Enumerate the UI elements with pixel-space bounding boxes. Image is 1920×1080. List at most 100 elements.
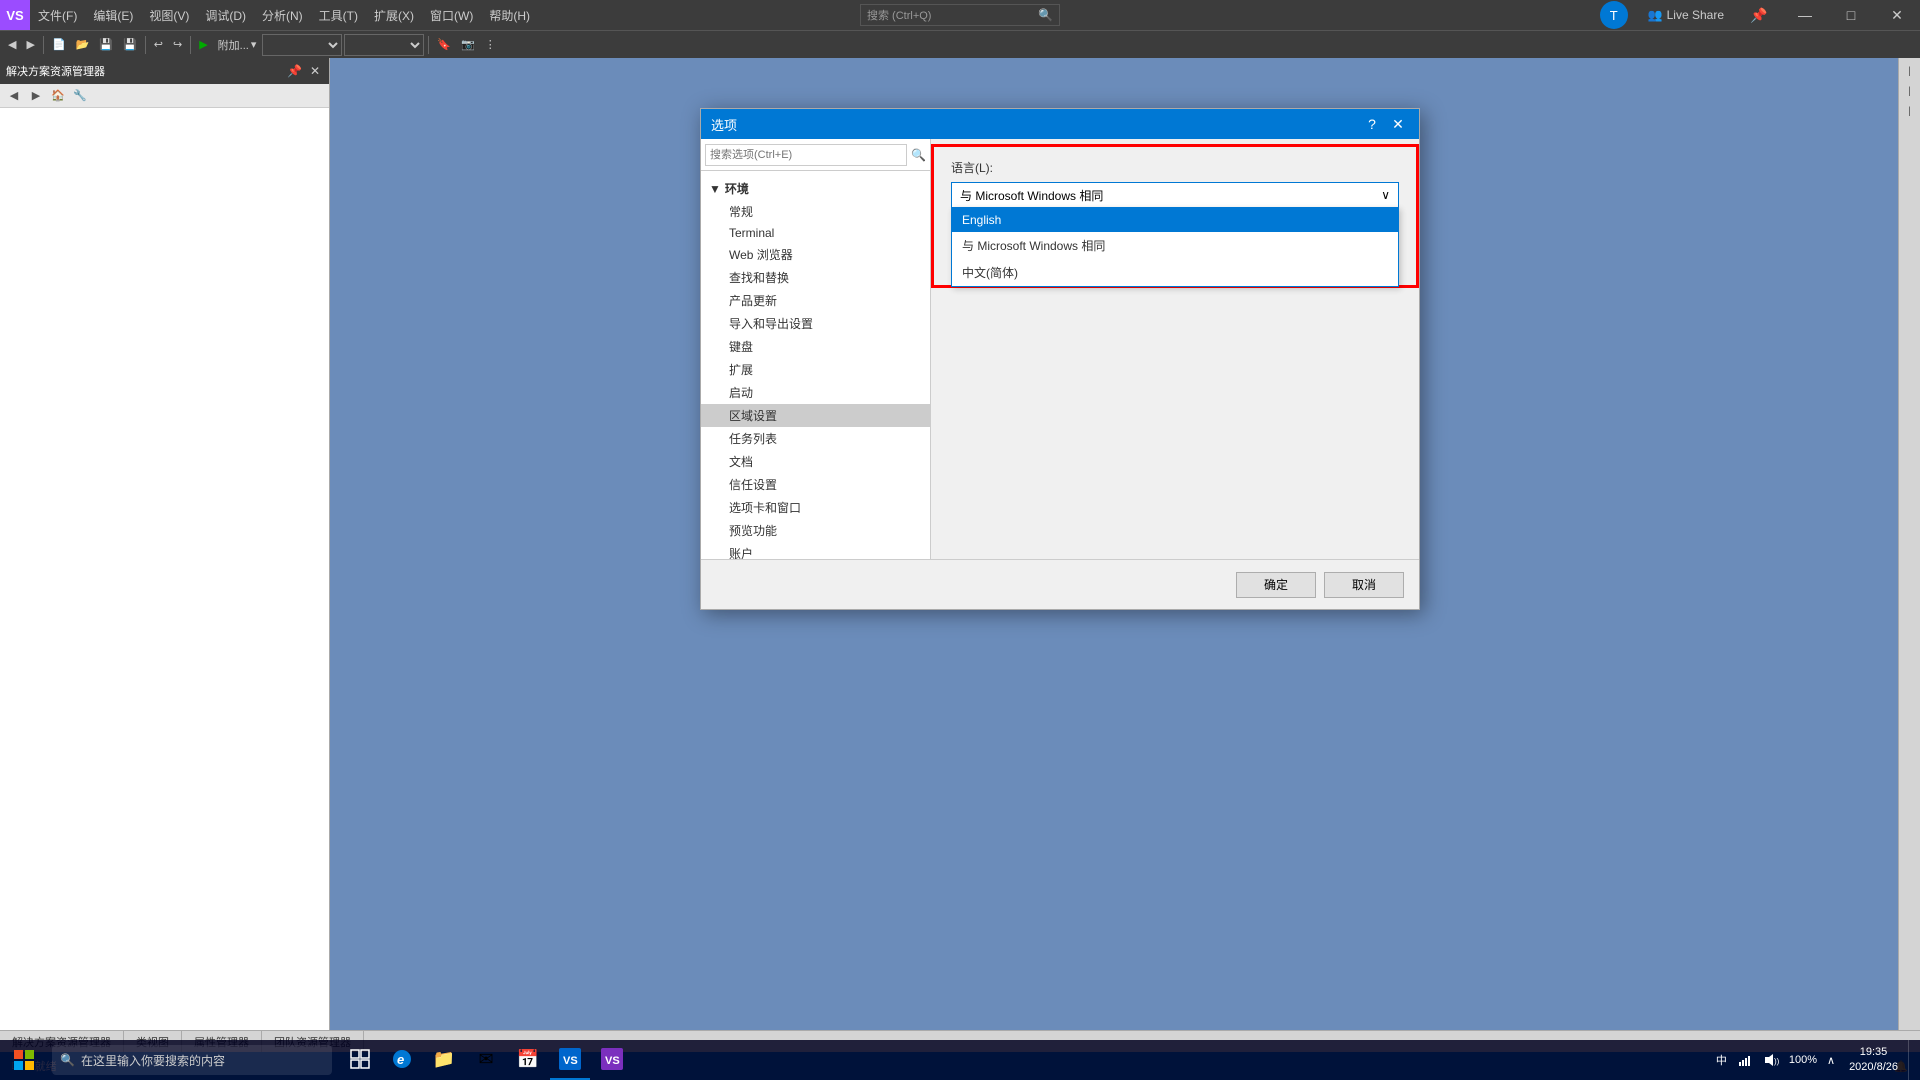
tree-item-15[interactable]: 账户 xyxy=(701,542,930,559)
extra-button[interactable]: ⋮ xyxy=(481,34,500,56)
rs-item-3[interactable]: | xyxy=(1901,102,1919,120)
screenshot-button[interactable]: 📷 xyxy=(457,34,479,56)
forward-button[interactable]: ▶ xyxy=(22,34,38,56)
title-search-bar: 搜索 (Ctrl+Q) 🔍 xyxy=(860,4,1060,26)
taskbar-network[interactable] xyxy=(1733,1040,1757,1080)
tree-item-10[interactable]: 任务列表 xyxy=(701,427,930,450)
attach-button[interactable]: 附加... ▾ xyxy=(214,34,261,56)
tree-item-1[interactable]: Terminal xyxy=(701,223,930,243)
menu-edit[interactable]: 编辑(E) xyxy=(85,0,141,30)
show-desktop-button[interactable] xyxy=(1908,1040,1916,1080)
ok-button[interactable]: 确定 xyxy=(1236,572,1316,598)
vs-purple-icon: VS xyxy=(601,1048,623,1070)
minimize-button[interactable]: — xyxy=(1782,0,1828,30)
clock[interactable]: 19:35 2020/8/26 xyxy=(1841,1045,1906,1076)
undo-button[interactable]: ↩ xyxy=(150,34,167,56)
task-view-icon xyxy=(350,1049,370,1069)
attach-label: 附加... xyxy=(218,37,249,53)
rs-item-2[interactable]: | xyxy=(1901,82,1919,100)
dialog-right-panel: 语言(L): 与 Microsoft Windows 相同 ∨ English … xyxy=(931,139,1419,559)
menu-view[interactable]: 视图(V) xyxy=(141,0,197,30)
user-avatar[interactable]: T xyxy=(1600,1,1628,29)
taskbar-explorer[interactable]: 📁 xyxy=(424,1040,464,1080)
menu-analyze[interactable]: 分析(N) xyxy=(254,0,311,30)
tree-item-7[interactable]: 扩展 xyxy=(701,358,930,381)
dialog-close-button[interactable]: ✕ xyxy=(1387,113,1409,135)
tree-item-0[interactable]: 常规 xyxy=(701,200,930,223)
title-search-box[interactable]: 搜索 (Ctrl+Q) 🔍 xyxy=(860,4,1060,26)
menu-debug[interactable]: 调试(D) xyxy=(197,0,254,30)
rs-item-1[interactable]: | xyxy=(1901,62,1919,80)
taskbar-task-view[interactable] xyxy=(340,1040,380,1080)
se-settings-button[interactable]: 🔧 xyxy=(70,86,90,106)
tree-item-12[interactable]: 信任设置 xyxy=(701,473,930,496)
live-share-button[interactable]: 👥 Live Share xyxy=(1636,0,1736,30)
taskbar-mail[interactable]: ✉ xyxy=(466,1040,506,1080)
dialog-left-panel: 🔍 ▼ 环境 常规 Terminal Web 浏览器 查找和替换 xyxy=(701,139,931,559)
se-pin-button[interactable]: 📌 xyxy=(284,62,305,80)
language-select-display[interactable]: 与 Microsoft Windows 相同 ∨ xyxy=(951,182,1399,208)
redo-button[interactable]: ↪ xyxy=(169,34,186,56)
taskbar-search[interactable]: 🔍 在这里输入你要搜索的内容 xyxy=(52,1045,332,1075)
dialog-help-button[interactable]: ? xyxy=(1361,113,1383,135)
lang-option-english[interactable]: English xyxy=(952,208,1398,232)
close-button[interactable]: ✕ xyxy=(1874,0,1920,30)
tree-item-11[interactable]: 文档 xyxy=(701,450,930,473)
tree-item-2[interactable]: Web 浏览器 xyxy=(701,243,930,266)
start-button[interactable] xyxy=(0,1040,48,1080)
back-icon: ◀ xyxy=(8,38,16,51)
menu-window[interactable]: 窗口(W) xyxy=(422,0,481,30)
svg-text:e: e xyxy=(397,1052,404,1067)
taskbar-search-placeholder: 在这里输入你要搜索的内容 xyxy=(81,1052,225,1069)
taskbar-vs-blue[interactable]: VS xyxy=(550,1040,590,1080)
taskbar-vs-purple[interactable]: VS xyxy=(592,1040,632,1080)
edge-icon: e xyxy=(391,1048,413,1070)
dialog-search-input[interactable] xyxy=(705,144,907,166)
new-project-button[interactable]: 📄 xyxy=(48,34,70,56)
tree-group-header[interactable]: ▼ 环境 xyxy=(701,177,930,200)
menu-tools[interactable]: 工具(T) xyxy=(311,0,366,30)
platform-dropdown[interactable] xyxy=(344,34,424,56)
se-forward-button[interactable]: ▶ xyxy=(26,86,46,106)
tree-item-4[interactable]: 产品更新 xyxy=(701,289,930,312)
tree-item-5[interactable]: 导入和导出设置 xyxy=(701,312,930,335)
taskbar-volume[interactable]: )) xyxy=(1759,1040,1783,1080)
open-button[interactable]: 📂 xyxy=(72,34,94,56)
tree-item-6[interactable]: 键盘 xyxy=(701,335,930,358)
vs-logo: VS xyxy=(0,0,30,30)
taskbar-search-icon: 🔍 xyxy=(60,1053,75,1067)
save-all-button[interactable]: 💾 xyxy=(119,34,141,56)
menu-file[interactable]: 文件(F) xyxy=(30,0,85,30)
tree-item-8[interactable]: 启动 xyxy=(701,381,930,404)
se-back-button[interactable]: ◀ xyxy=(4,86,24,106)
attach-dropdown-icon: ▾ xyxy=(251,38,257,51)
back-button[interactable]: ◀ xyxy=(4,34,20,56)
options-dialog: 选项 ? ✕ 🔍 ▼ xyxy=(700,108,1420,610)
lang-option-chinese[interactable]: 中文(简体) xyxy=(952,259,1398,286)
pin-button[interactable]: 📌 xyxy=(1736,0,1782,30)
start-button[interactable]: ▶ xyxy=(195,34,211,56)
maximize-button[interactable]: □ xyxy=(1828,0,1874,30)
lang-option-windows[interactable]: 与 Microsoft Windows 相同 xyxy=(952,232,1398,259)
taskbar-battery[interactable]: 100% xyxy=(1785,1040,1821,1080)
se-home-button[interactable]: 🏠 xyxy=(48,86,68,106)
se-close-button[interactable]: ✕ xyxy=(307,62,323,80)
taskbar-language[interactable]: 中 xyxy=(1712,1040,1731,1080)
taskbar-calendar[interactable]: 📅 xyxy=(508,1040,548,1080)
language-select-wrapper: 与 Microsoft Windows 相同 ∨ English 与 Micro… xyxy=(951,182,1399,208)
config-dropdown[interactable] xyxy=(262,34,342,56)
taskbar-right: 中 )) 100% ∧ 19:35 2020/8/26 xyxy=(1712,1040,1920,1080)
menu-extensions[interactable]: 扩展(X) xyxy=(366,0,422,30)
tree-item-9[interactable]: 区域设置 xyxy=(701,404,930,427)
tree-item-14[interactable]: 预览功能 xyxy=(701,519,930,542)
title-search-icon: 🔍 xyxy=(1038,8,1053,22)
tree-item-3[interactable]: 查找和替换 xyxy=(701,266,930,289)
cancel-button[interactable]: 取消 xyxy=(1324,572,1404,598)
tree-item-13[interactable]: 选项卡和窗口 xyxy=(701,496,930,519)
taskbar-system-icons[interactable]: ∧ xyxy=(1823,1040,1839,1080)
save-button[interactable]: 💾 xyxy=(95,34,117,56)
menu-help[interactable]: 帮助(H) xyxy=(481,0,538,30)
open-icon: 📂 xyxy=(76,38,90,51)
bookmark-button[interactable]: 🔖 xyxy=(433,34,455,56)
taskbar-edge[interactable]: e xyxy=(382,1040,422,1080)
